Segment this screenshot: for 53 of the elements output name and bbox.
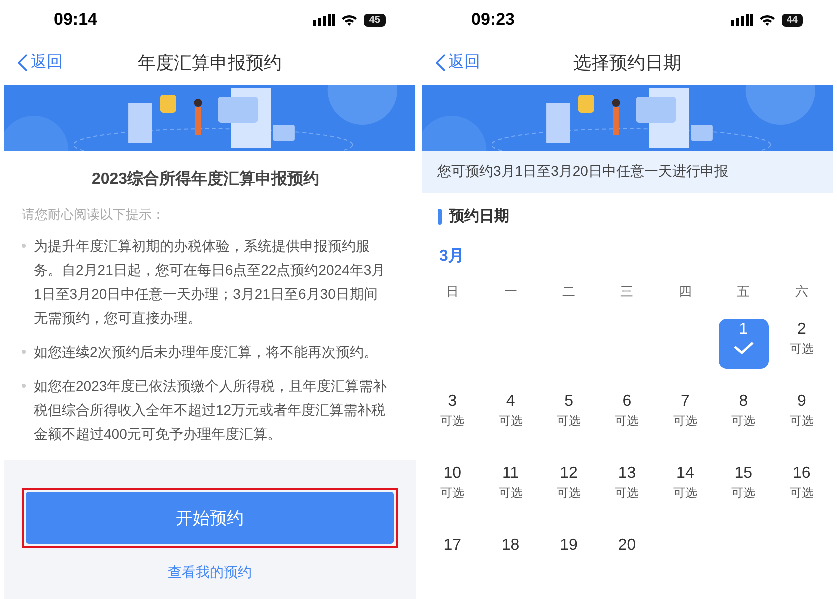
weekday-label: 日 <box>445 283 460 301</box>
calendar-day[interactable]: 5 可选 <box>544 391 594 441</box>
signal-icon <box>730 14 753 26</box>
page-title: 年度汇算申报预约 <box>138 52 282 74</box>
bullet-dot <box>22 244 26 248</box>
section-marker <box>438 208 442 224</box>
month-label: 3月 <box>438 247 466 267</box>
bullet-dot <box>22 384 26 388</box>
section-title: 预约日期 <box>450 207 510 226</box>
calendar-day[interactable]: 18 <box>486 535 536 585</box>
notice-paragraph: 为提升年度汇算初期的办税体验，系统提供申报预约服务。自2月21日起，您可在每日6点至22点预约2024年3月1日至3月20日中任意一天办理；3月21日至6月30日期间无需预约，您可直接办理。 <box>34 237 387 328</box>
calendar-day[interactable]: 2 可选 <box>776 319 827 369</box>
weekday-label: 二 <box>562 283 577 301</box>
back-button[interactable]: 返回 <box>4 52 77 73</box>
back-chevron-icon <box>436 54 446 72</box>
calendar-day[interactable]: 17 <box>428 535 478 585</box>
battery-indicator: 45 <box>364 14 386 26</box>
back-button[interactable]: 返回 <box>422 52 494 73</box>
checkmark-icon <box>732 341 755 355</box>
weekday-label: 四 <box>678 283 693 301</box>
calendar-day[interactable]: 9 可选 <box>776 391 827 441</box>
wifi-icon <box>758 14 776 26</box>
notice-paragraph: 如您连续2次预约后未办理年度汇算，将不能再次预约。 <box>34 343 378 362</box>
calendar-day[interactable]: 15 可选 <box>718 463 769 513</box>
wifi-icon <box>341 14 358 26</box>
signal-icon <box>313 14 336 26</box>
weekday-label: 三 <box>620 283 635 301</box>
calendar-day[interactable]: 3 可选 <box>428 391 478 441</box>
notice-hint: 请您耐心阅读以下提示： <box>22 206 166 224</box>
calendar-day[interactable]: 6 可选 <box>602 391 652 441</box>
notice-title: 2023综合所得年度汇算申报预约 <box>90 169 321 190</box>
calendar-day[interactable]: 4 可选 <box>486 391 536 441</box>
calendar-day[interactable]: 13 可选 <box>602 463 652 513</box>
weekday-label: 五 <box>736 283 752 301</box>
calendar-day[interactable]: 7 可选 <box>660 391 710 441</box>
calendar-day[interactable]: 11 可选 <box>486 463 536 513</box>
page-title: 选择预约日期 <box>573 52 682 74</box>
notice-paragraph: 如您在2023年度已依法预缴个人所得税，且年度汇算需补税但综合所得收入全年不超过12万元或者年度汇算需补税金额不超过400元可免予办理年度汇算。 <box>34 377 388 444</box>
battery-indicator: 44 <box>782 14 803 26</box>
status-time: 09:23 <box>472 10 515 30</box>
status-time: 09:14 <box>54 10 98 30</box>
info-bar: 您可预约3月1日至3月20日中任意一天进行申报 <box>422 151 833 193</box>
back-chevron-icon <box>18 54 28 72</box>
calendar-day[interactable]: 14 可选 <box>660 463 710 513</box>
weekday-label: 一 <box>503 283 518 301</box>
calendar-day[interactable]: 10 可选 <box>428 463 478 513</box>
calendar-day[interactable]: 8 可选 <box>718 391 769 441</box>
calendar-day[interactable]: 19 <box>544 535 594 585</box>
calendar-day[interactable]: 12 可选 <box>544 463 594 513</box>
calendar-day[interactable]: 20 <box>602 535 652 585</box>
bullet-dot <box>22 350 26 354</box>
calendar-day[interactable]: 16 可选 <box>776 463 827 513</box>
weekday-label: 六 <box>794 283 810 301</box>
